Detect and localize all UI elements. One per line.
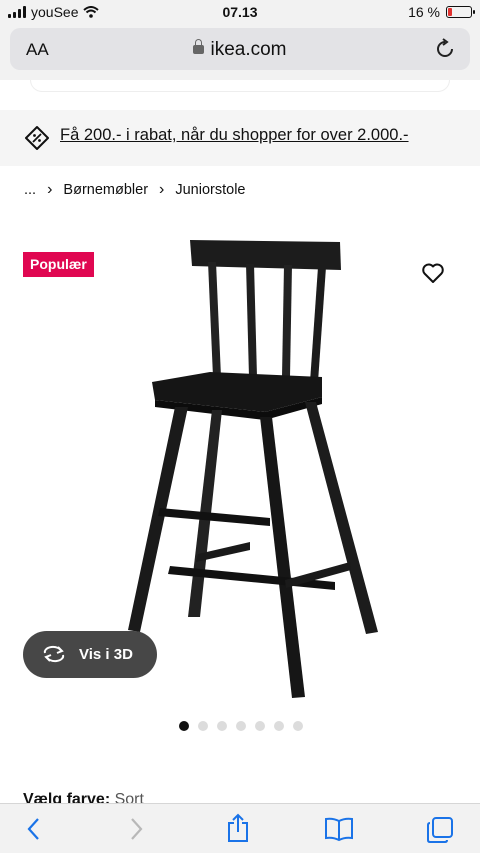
color-value: Sort: [114, 791, 144, 803]
breadcrumb-item-junior-chairs[interactable]: Juniorstole: [175, 182, 245, 198]
bookmarks-icon[interactable]: [324, 816, 354, 842]
color-selector[interactable]: Vælg farve: Sort: [23, 791, 144, 803]
address-bar[interactable]: AA ikea.com: [10, 28, 470, 70]
pagination-dot-7[interactable]: [293, 721, 303, 731]
promo-banner[interactable]: Få 200.- i rabat, når du shopper for ove…: [0, 110, 480, 166]
status-bar: youSee 07.13 16 %: [0, 0, 480, 24]
browser-chrome-top: AA ikea.com: [0, 24, 480, 80]
battery-level: [448, 8, 452, 16]
product-image-chair: [128, 240, 378, 698]
forward-icon[interactable]: [126, 816, 146, 842]
discount-tag-icon: [25, 126, 49, 150]
search-box-edge: [30, 80, 450, 92]
breadcrumb: ... › Børnemøbler › Juniorstole: [24, 181, 245, 199]
reload-icon[interactable]: [434, 38, 456, 60]
image-pagination: [179, 721, 303, 731]
promo-link[interactable]: Få 200.- i rabat, når du shopper for ove…: [60, 126, 409, 145]
view-in-3d-label: Vis i 3D: [79, 646, 133, 663]
breadcrumb-item-children-furniture[interactable]: Børnemøbler: [63, 182, 148, 198]
pagination-dot-3[interactable]: [217, 721, 227, 731]
breadcrumb-ellipsis[interactable]: ...: [24, 182, 36, 198]
view-in-3d-button[interactable]: Vis i 3D: [23, 631, 157, 678]
pagination-dot-4[interactable]: [236, 721, 246, 731]
battery-icon: [446, 6, 475, 18]
url-text: ikea.com: [210, 39, 287, 60]
search-area-stub: [0, 80, 480, 94]
pagination-dot-5[interactable]: [255, 721, 265, 731]
share-icon[interactable]: [226, 813, 250, 843]
status-right: 16 %: [408, 4, 475, 20]
tabs-icon[interactable]: [426, 816, 454, 844]
lock-icon: [193, 39, 205, 54]
back-icon[interactable]: [24, 816, 44, 842]
pagination-dot-1[interactable]: [179, 721, 189, 731]
url-display[interactable]: ikea.com: [10, 39, 470, 61]
browser-toolbar: [0, 803, 480, 853]
popular-badge: Populær: [23, 252, 94, 277]
chevron-right-icon: ›: [159, 181, 165, 198]
chevron-right-icon: ›: [47, 181, 53, 198]
heart-icon[interactable]: [421, 262, 445, 284]
rotate-3d-icon: [43, 645, 65, 663]
pagination-dot-6[interactable]: [274, 721, 284, 731]
pagination-dot-2[interactable]: [198, 721, 208, 731]
battery-percent: 16 %: [408, 4, 440, 20]
color-label: Vælg farve:: [23, 791, 111, 803]
